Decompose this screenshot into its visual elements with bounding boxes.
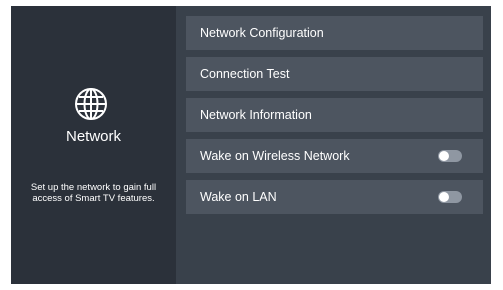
description-line: access of Smart TV features. — [32, 193, 155, 204]
menu-item-network-configuration[interactable]: Network Configuration — [186, 16, 483, 50]
description-line: Set up the network to gain full — [30, 182, 157, 193]
menu-item-wake-on-wireless-network[interactable]: Wake on Wireless Network — [186, 139, 483, 173]
menu-item-label: Network Information — [200, 108, 312, 122]
menu-item-network-information[interactable]: Network Information — [186, 98, 483, 132]
toggle-knob — [439, 192, 449, 202]
category-title: Network — [65, 128, 121, 145]
category-panel: Network Set up the network to gain full … — [11, 6, 176, 284]
menu-item-label: Connection Test — [200, 67, 290, 81]
settings-menu: Network Configuration Connection Test Ne… — [176, 6, 491, 284]
menu-item-label: Wake on Wireless Network — [200, 149, 350, 163]
toggle-knob — [439, 151, 449, 161]
wake-on-lan-toggle[interactable] — [438, 191, 462, 203]
menu-item-connection-test[interactable]: Connection Test — [186, 57, 483, 91]
tv-settings-screen: Network Set up the network to gain full … — [11, 6, 491, 284]
globe-icon — [75, 88, 107, 120]
category-description: Set up the network to gain full access o… — [14, 182, 173, 204]
wake-on-wireless-toggle[interactable] — [438, 150, 462, 162]
menu-item-label: Network Configuration — [200, 26, 324, 40]
menu-item-wake-on-lan[interactable]: Wake on LAN — [186, 180, 483, 214]
menu-item-label: Wake on LAN — [200, 190, 277, 204]
